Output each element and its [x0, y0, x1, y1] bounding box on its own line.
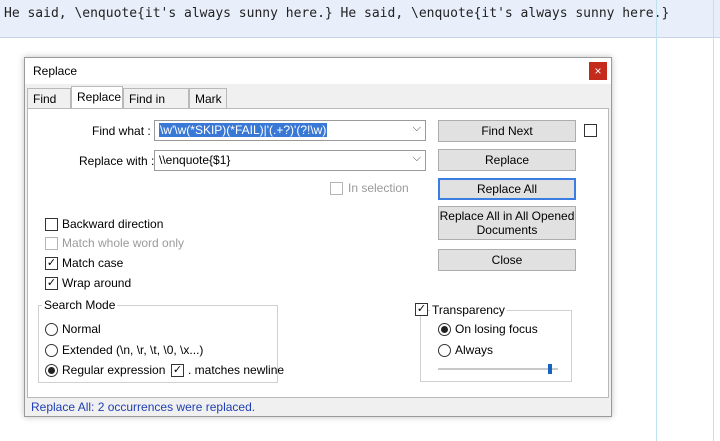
editor-edge-line — [656, 0, 657, 441]
match-case-checkbox[interactable]: ✓ — [45, 257, 58, 270]
search-mode-title: Search Mode — [42, 298, 118, 312]
normal-label: Normal — [62, 322, 101, 336]
backward-direction-label: Backward direction — [62, 217, 164, 231]
tab-find-in-files[interactable]: Find in Files — [123, 88, 189, 120]
transparency-slider-thumb[interactable] — [548, 364, 552, 374]
wrap-around-label: Wrap around — [62, 276, 132, 290]
status-message: Replace All: 2 occurrences were replaced… — [31, 400, 256, 414]
editor-current-line: He said, \enquote{it's always sunny here… — [0, 0, 720, 38]
regex-label: Regular expression — [62, 363, 166, 377]
replace-all-opened-line2: Documents — [476, 223, 538, 237]
tab-find[interactable]: Find — [27, 88, 71, 108]
find-what-label: Find what : — [92, 124, 151, 138]
tab-mark[interactable]: Mark — [189, 88, 227, 108]
editor-text-line[interactable]: He said, \enquote{it's always sunny here… — [4, 6, 669, 21]
replace-with-value: \\enquote{$1} — [159, 153, 231, 167]
in-selection-label: In selection — [348, 181, 409, 195]
replace-all-button[interactable]: Replace All — [438, 178, 576, 200]
find-next-option-checkbox[interactable] — [584, 124, 597, 137]
always-radio[interactable] — [438, 344, 451, 357]
transparency-slider-track[interactable] — [438, 368, 558, 370]
chevron-down-icon[interactable]: ⌵ — [413, 122, 421, 135]
extended-label: Extended (\n, \r, \t, \0, \x...) — [62, 343, 204, 357]
tab-replace[interactable]: Replace — [71, 86, 123, 109]
dialog-titlebar[interactable]: Replace × — [25, 58, 611, 84]
replace-all-opened-line1: Replace All in All Opened — [439, 209, 575, 223]
matches-newline-label: . matches newline — [188, 363, 285, 377]
on-losing-focus-label: On losing focus — [455, 322, 538, 336]
find-next-button[interactable]: Find Next — [438, 120, 576, 142]
wrap-around-checkbox[interactable]: ✓ — [45, 277, 58, 290]
match-whole-word-label: Match whole word only — [62, 236, 185, 250]
matches-newline-checkbox[interactable]: ✓ — [171, 364, 184, 377]
replace-all-opened-button[interactable]: Replace All in All Opened Documents — [438, 206, 576, 240]
find-what-input[interactable]: \w'\w(*SKIP)(*FAIL)|'(.+?)'(?!\w) ⌵ — [154, 120, 426, 141]
backward-direction-checkbox[interactable] — [45, 218, 58, 231]
always-label: Always — [455, 343, 494, 357]
replace-dialog: Replace × Find Replace Find in Files Mar… — [24, 57, 612, 417]
replace-with-input[interactable]: \\enquote{$1} ⌵ — [154, 150, 426, 171]
close-button[interactable]: Close — [438, 249, 576, 271]
dialog-title: Replace — [33, 64, 78, 78]
in-selection-checkbox[interactable] — [330, 182, 343, 195]
on-losing-focus-radio[interactable] — [438, 323, 451, 336]
close-icon[interactable]: × — [589, 62, 607, 80]
replace-tab-panel: Find what : \w'\w(*SKIP)(*FAIL)|'(.+?)'(… — [27, 108, 609, 398]
match-case-label: Match case — [62, 256, 124, 270]
normal-radio[interactable] — [45, 323, 58, 336]
transparency-label: Transparency — [430, 303, 507, 317]
regex-radio[interactable] — [45, 364, 58, 377]
replace-with-label: Replace with : — [79, 154, 155, 168]
chevron-down-icon[interactable]: ⌵ — [413, 152, 421, 165]
editor-vertical-guide — [713, 0, 714, 441]
transparency-checkbox[interactable]: ✓ — [415, 303, 428, 316]
replace-button[interactable]: Replace — [438, 149, 576, 171]
find-what-value: \w'\w(*SKIP)(*FAIL)|'(.+?)'(?!\w) — [159, 123, 328, 137]
extended-radio[interactable] — [45, 344, 58, 357]
match-whole-word-checkbox[interactable] — [45, 237, 58, 250]
